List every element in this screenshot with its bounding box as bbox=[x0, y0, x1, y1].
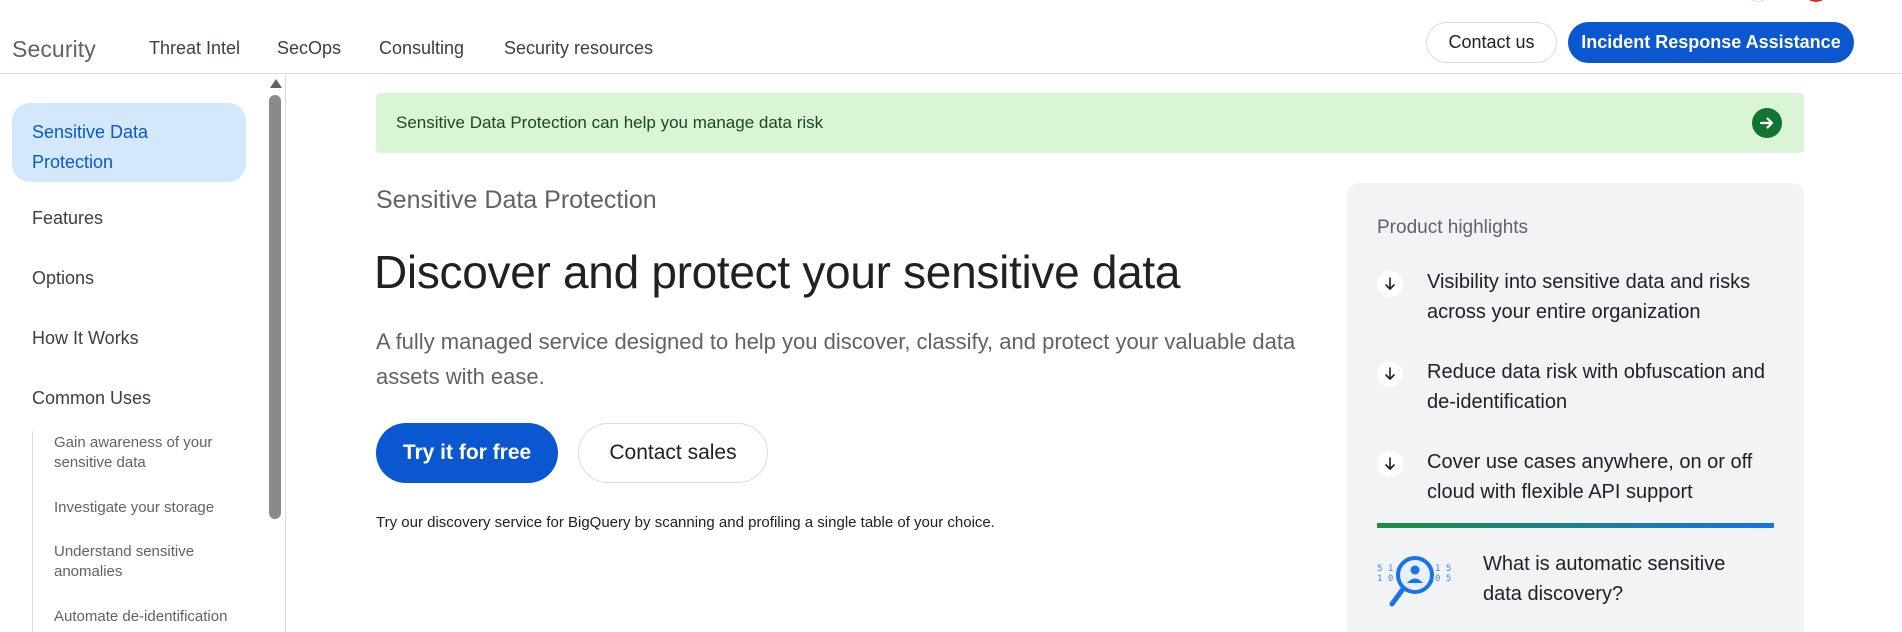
product-highlights-card: Product highlights Visibility into sensi… bbox=[1347, 183, 1804, 632]
nav-secops[interactable]: SecOps bbox=[277, 38, 341, 59]
subitems-rail bbox=[32, 431, 33, 632]
sidebar-item-how-it-works[interactable]: How It Works bbox=[32, 328, 139, 349]
scroll-up-arrow-icon[interactable] bbox=[270, 79, 282, 88]
nav-threat-intel[interactable]: Threat Intel bbox=[149, 38, 240, 59]
sidebar-subitem-investigate-storage[interactable]: Investigate your storage bbox=[54, 498, 234, 518]
page-title: Discover and protect your sensitive data bbox=[374, 246, 1181, 298]
illustration-digits-right: 1 5 bbox=[1435, 564, 1451, 574]
incident-response-button[interactable]: Incident Response Assistance bbox=[1568, 22, 1854, 63]
scrollbar-thumb[interactable] bbox=[269, 95, 281, 519]
sidebar-subitem-automate-deidentification[interactable]: Automate de-identification bbox=[54, 607, 234, 627]
page: Security Threat Intel SecOps Consulting … bbox=[0, 0, 1902, 632]
illustration-digits-left: 5 1 bbox=[1377, 564, 1393, 574]
contact-us-button[interactable]: Contact us bbox=[1426, 22, 1557, 63]
highlight-text: Visibility into sensitive data and risks… bbox=[1427, 271, 1751, 323]
top-navigation: Security Threat Intel SecOps Consulting … bbox=[0, 0, 1902, 74]
sidebar-item-features[interactable]: Features bbox=[32, 208, 103, 229]
arrow-right-icon[interactable] bbox=[1752, 108, 1782, 138]
sidebar-item-label: Sensitive Data Protection bbox=[32, 122, 149, 172]
sidebar-item-options[interactable]: Options bbox=[32, 268, 94, 289]
svg-text:0 5: 0 5 bbox=[1435, 574, 1451, 584]
svg-text:1 0: 1 0 bbox=[1377, 574, 1393, 584]
data-discovery-magnifier-icon: 5 1 1 0 1 5 0 5 bbox=[1377, 556, 1451, 607]
arrow-down-icon bbox=[1377, 361, 1403, 387]
sidebar-subitem-gain-awareness[interactable]: Gain awareness of your sensitive data bbox=[54, 433, 234, 473]
highlight-text: Cover use cases anywhere, on or off clou… bbox=[1427, 451, 1753, 503]
sidebar-item-common-uses[interactable]: Common Uses bbox=[32, 388, 151, 409]
hero-description: A fully managed service designed to help… bbox=[376, 329, 1296, 389]
sidebar-item-sensitive-data-protection[interactable]: Sensitive Data Protection bbox=[12, 103, 246, 182]
info-banner[interactable]: Sensitive Data Protection can help you m… bbox=[376, 93, 1804, 153]
highlights-heading: Product highlights bbox=[1377, 217, 1529, 238]
video-link-automatic-discovery[interactable]: What is automatic sensitive data discove… bbox=[1483, 549, 1763, 609]
help-icon[interactable] bbox=[1744, 0, 1772, 2]
nav-security-resources[interactable]: Security resources bbox=[504, 38, 653, 59]
arrow-down-icon bbox=[1377, 271, 1403, 297]
brand-security[interactable]: Security bbox=[12, 36, 96, 63]
try-free-button[interactable]: Try it for free bbox=[376, 423, 558, 483]
arrow-down-icon bbox=[1377, 451, 1403, 477]
sidebar: Sensitive Data Protection Features Optio… bbox=[0, 75, 286, 632]
discovery-note: Try our discovery service for BigQuery b… bbox=[376, 514, 995, 531]
highlight-text: Reduce data risk with obfuscation and de… bbox=[1427, 361, 1765, 413]
banner-text: Sensitive Data Protection can help you m… bbox=[396, 113, 824, 132]
sidebar-subitem-understand-anomalies[interactable]: Understand sensitive anomalies bbox=[54, 542, 234, 582]
sidebar-scrollbar[interactable] bbox=[266, 75, 284, 632]
nav-consulting[interactable]: Consulting bbox=[379, 38, 464, 59]
account-avatar[interactable] bbox=[1802, 0, 1830, 2]
highlights-divider bbox=[1377, 523, 1774, 528]
product-eyebrow: Sensitive Data Protection bbox=[376, 186, 657, 214]
contact-sales-button[interactable]: Contact sales bbox=[578, 423, 768, 483]
